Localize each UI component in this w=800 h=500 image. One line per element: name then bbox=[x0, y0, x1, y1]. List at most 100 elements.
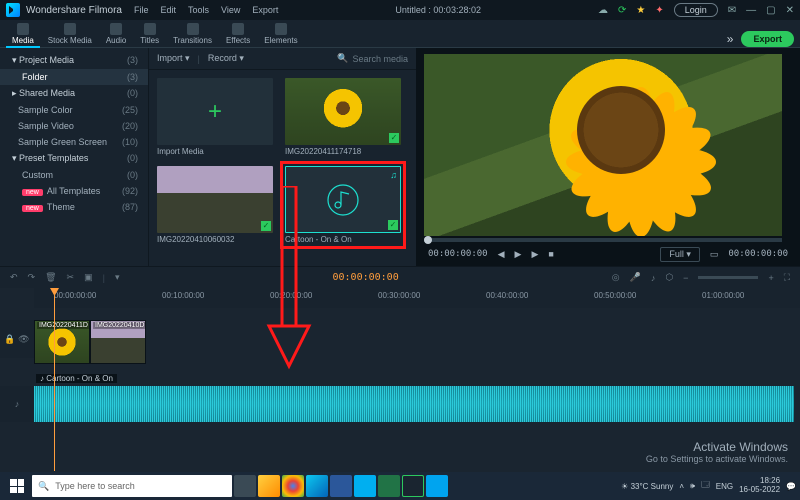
help-icon[interactable]: ★ bbox=[636, 5, 645, 16]
next-frame-button[interactable]: ▶ bbox=[531, 249, 538, 260]
menu-export[interactable]: Export bbox=[252, 5, 278, 15]
quality-select[interactable]: Full ▾ bbox=[660, 247, 700, 262]
taskbar-app-generic[interactable] bbox=[426, 475, 448, 497]
marker-button[interactable]: ◎ bbox=[612, 272, 620, 283]
messages-icon[interactable]: ✉ bbox=[728, 5, 736, 16]
activate-windows-watermark: Activate Windows Go to Settings to activ… bbox=[646, 440, 788, 464]
taskbar-app-edge[interactable] bbox=[306, 475, 328, 497]
divider: | bbox=[198, 54, 200, 64]
taskbar-app-word[interactable] bbox=[330, 475, 352, 497]
video-track-head[interactable]: 🔒 👁 bbox=[0, 320, 34, 358]
mic-button[interactable]: 🎤 bbox=[630, 272, 641, 283]
app-logo bbox=[6, 3, 20, 17]
media-thumb-audio[interactable]: ♫ ✓ Cartoon - On & On bbox=[285, 166, 401, 244]
check-icon: ✓ bbox=[261, 221, 271, 231]
media-thumb-img1[interactable]: ✓ IMG20220411174718 bbox=[285, 78, 401, 156]
more-tabs-icon[interactable]: » bbox=[727, 32, 734, 46]
tab-audio[interactable]: Audio bbox=[100, 21, 132, 47]
tray-clock[interactable]: 18:2616-05-2022 bbox=[739, 477, 780, 495]
taskbar-app-excel[interactable] bbox=[378, 475, 400, 497]
taskbar-search[interactable]: 🔍Type here to search bbox=[32, 475, 232, 497]
sidebar-item-preset-templates[interactable]: ▾ Preset Templates(0) bbox=[0, 150, 148, 167]
task-view-icon[interactable] bbox=[234, 475, 256, 497]
tab-media[interactable]: Media bbox=[6, 21, 40, 47]
tray-battery-icon[interactable]: 🗔 bbox=[701, 479, 710, 493]
sync-icon[interactable]: ⟳ bbox=[618, 5, 626, 16]
import-dropdown[interactable]: Import ▾ bbox=[157, 53, 190, 64]
sidebar-item-sample-green-screen[interactable]: Sample Green Screen(10) bbox=[0, 134, 148, 150]
search-input[interactable]: Search media bbox=[352, 54, 408, 64]
timeline-audio-clip[interactable] bbox=[34, 386, 794, 422]
tab-elements[interactable]: Elements bbox=[258, 21, 303, 47]
taskbar-app-explorer[interactable] bbox=[258, 475, 280, 497]
timeline-ruler[interactable]: 00:00:00:00 00:10:00:00 00:20:00:00 00:3… bbox=[34, 288, 800, 308]
export-button[interactable]: Export bbox=[741, 31, 794, 47]
audio-clip-label: ♪ Cartoon - On & On bbox=[36, 374, 117, 383]
timeline-clip-2[interactable]: IMG20220410D bbox=[90, 320, 146, 364]
snapshot-button[interactable]: ▭ bbox=[710, 249, 719, 260]
crop-button[interactable]: ▣ bbox=[84, 272, 93, 283]
login-button[interactable]: Login bbox=[674, 3, 718, 17]
gift-icon[interactable]: ✦ bbox=[655, 5, 663, 16]
delete-button[interactable]: 🗑 bbox=[45, 272, 56, 283]
sidebar-item-shared-media[interactable]: ▸ Shared Media(0) bbox=[0, 85, 148, 102]
sidebar-item-custom[interactable]: Custom(0) bbox=[0, 167, 148, 183]
cloud-icon[interactable]: ☁ bbox=[598, 5, 608, 16]
edit-dropdown[interactable]: ▾ bbox=[115, 272, 120, 283]
sidebar-item-project-media[interactable]: ▾ Project Media(3) bbox=[0, 52, 148, 69]
preview-duration: 00:00:00:00 bbox=[728, 249, 788, 259]
render-button[interactable]: ⬡ bbox=[665, 272, 673, 283]
menu-edit[interactable]: Edit bbox=[160, 5, 176, 15]
close-button[interactable]: ✕ bbox=[786, 5, 794, 16]
import-media-tile[interactable]: + Import Media bbox=[157, 78, 273, 156]
weather-widget[interactable]: ☀ 33°C Sunny bbox=[621, 482, 673, 491]
project-sidebar: ▾ Project Media(3) Folder(3) ▸ Shared Me… bbox=[0, 48, 148, 266]
search-icon: 🔍 bbox=[38, 481, 49, 492]
zoom-slider[interactable] bbox=[698, 276, 758, 279]
zoom-in-button[interactable]: + bbox=[768, 273, 773, 283]
mixer-button[interactable]: ♪ bbox=[651, 273, 656, 283]
prev-frame-button[interactable]: ◀ bbox=[498, 249, 505, 260]
taskbar-app-skype[interactable] bbox=[354, 475, 376, 497]
tab-stock-media[interactable]: Stock Media bbox=[42, 21, 98, 47]
playhead[interactable] bbox=[54, 288, 55, 471]
minimize-button[interactable]: — bbox=[746, 5, 756, 16]
tab-effects[interactable]: Effects bbox=[220, 21, 256, 47]
split-button[interactable]: ✂ bbox=[67, 272, 75, 283]
preview-canvas[interactable] bbox=[424, 54, 782, 236]
sidebar-item-all-templates[interactable]: newAll Templates(92) bbox=[0, 183, 148, 199]
menu-tools[interactable]: Tools bbox=[188, 5, 209, 15]
tab-transitions[interactable]: Transitions bbox=[167, 21, 218, 47]
sidebar-item-folder[interactable]: Folder(3) bbox=[0, 69, 148, 85]
redo-button[interactable]: ↷ bbox=[28, 272, 36, 283]
check-icon: ✓ bbox=[388, 220, 398, 230]
tray-language[interactable]: ENG bbox=[716, 482, 733, 491]
preview-timecode: 00:00:00:00 bbox=[428, 249, 488, 259]
tray-network-icon[interactable]: 🕪 bbox=[690, 481, 695, 491]
sidebar-item-sample-color[interactable]: Sample Color(25) bbox=[0, 102, 148, 118]
maximize-button[interactable]: ▢ bbox=[766, 5, 775, 16]
audio-track[interactable]: ♪ Cartoon - On & On bbox=[34, 386, 800, 422]
media-thumb-img2[interactable]: ✓ IMG20220410060032 bbox=[157, 166, 273, 244]
play-button[interactable]: ▶ bbox=[515, 249, 522, 260]
video-track[interactable]: IMG20220411D IMG20220410D bbox=[34, 320, 800, 364]
undo-button[interactable]: ↶ bbox=[10, 272, 18, 283]
notifications-icon[interactable]: 💬 bbox=[786, 482, 796, 491]
taskbar-app-chrome[interactable] bbox=[282, 475, 304, 497]
timeline-clip-1[interactable]: IMG20220411D bbox=[34, 320, 90, 364]
check-icon: ✓ bbox=[389, 133, 399, 143]
menu-view[interactable]: View bbox=[221, 5, 240, 15]
stop-button[interactable]: ■ bbox=[548, 249, 553, 259]
preview-scrubber[interactable] bbox=[424, 238, 782, 242]
audio-track-head[interactable]: ♪ bbox=[0, 386, 34, 422]
tray-chevron-icon[interactable]: ˄ bbox=[679, 482, 684, 491]
tab-titles[interactable]: Titles bbox=[134, 21, 165, 47]
taskbar-app-filmora[interactable] bbox=[402, 475, 424, 497]
menu-file[interactable]: File bbox=[134, 5, 149, 15]
zoom-out-button[interactable]: − bbox=[683, 273, 688, 283]
record-dropdown[interactable]: Record ▾ bbox=[208, 53, 244, 64]
start-button[interactable] bbox=[4, 475, 30, 497]
sidebar-item-theme[interactable]: newTheme(87) bbox=[0, 199, 148, 215]
sidebar-item-sample-video[interactable]: Sample Video(20) bbox=[0, 118, 148, 134]
zoom-fit-button[interactable]: ⛶ bbox=[784, 272, 790, 283]
